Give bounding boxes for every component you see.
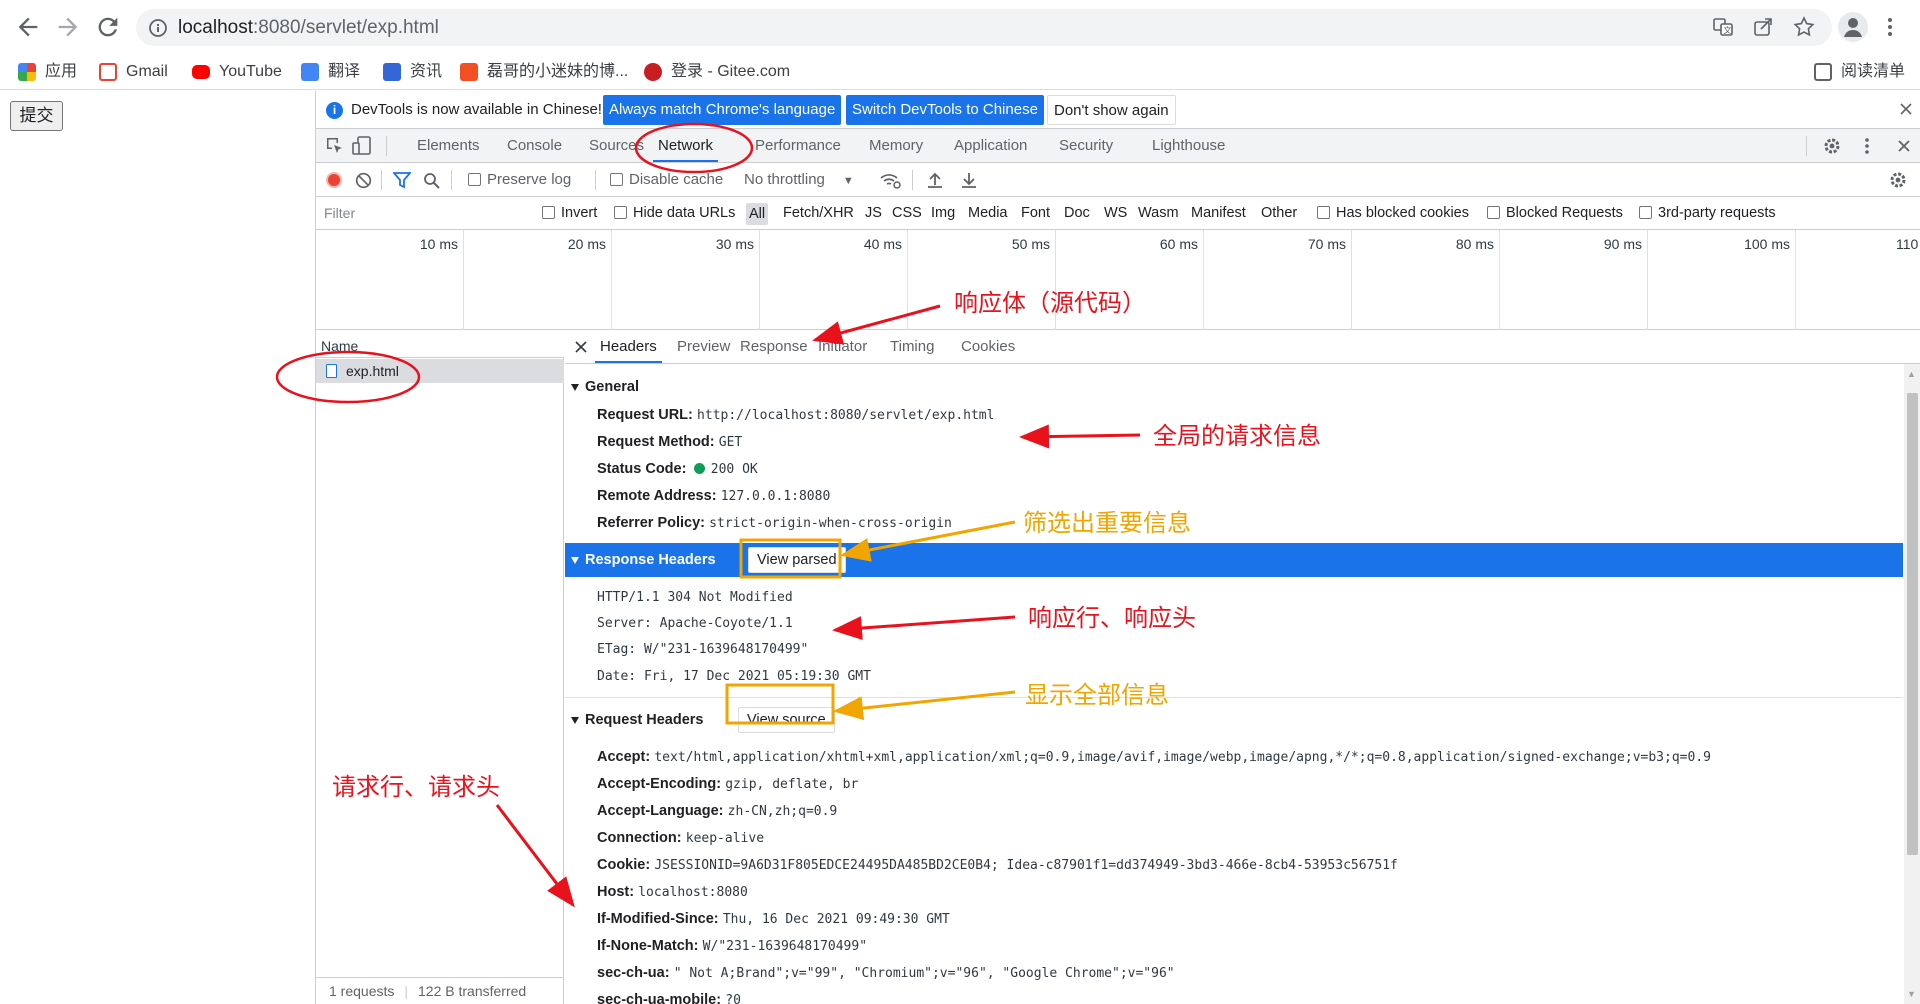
arrow-show-all [833, 690, 1016, 721]
arrow-request-line [495, 804, 575, 908]
annotation-filter-important: 筛选出重要信息 [1023, 509, 1191, 537]
arrow-response-body [812, 304, 941, 345]
annotation-overlay [275, 122, 1141, 908]
highlight-circle-request [275, 350, 421, 404]
annotation-request-line: 请求行、请求头 [332, 773, 500, 801]
annotation-response-line: 响应行、响应头 [1028, 604, 1196, 632]
arrow-general-info [1019, 424, 1141, 449]
annotation-show-all: 显示全部信息 [1025, 681, 1169, 709]
annotation-response-body: 响应体（源代码） [954, 289, 1146, 317]
highlight-circle-network [634, 122, 754, 174]
arrow-filter-important [840, 520, 1016, 562]
highlight-box-view-parsed [739, 538, 842, 579]
annotation-general-info: 全局的请求信息 [1153, 422, 1321, 450]
highlight-box-view-source [725, 683, 835, 725]
arrow-response-line [832, 615, 1016, 641]
